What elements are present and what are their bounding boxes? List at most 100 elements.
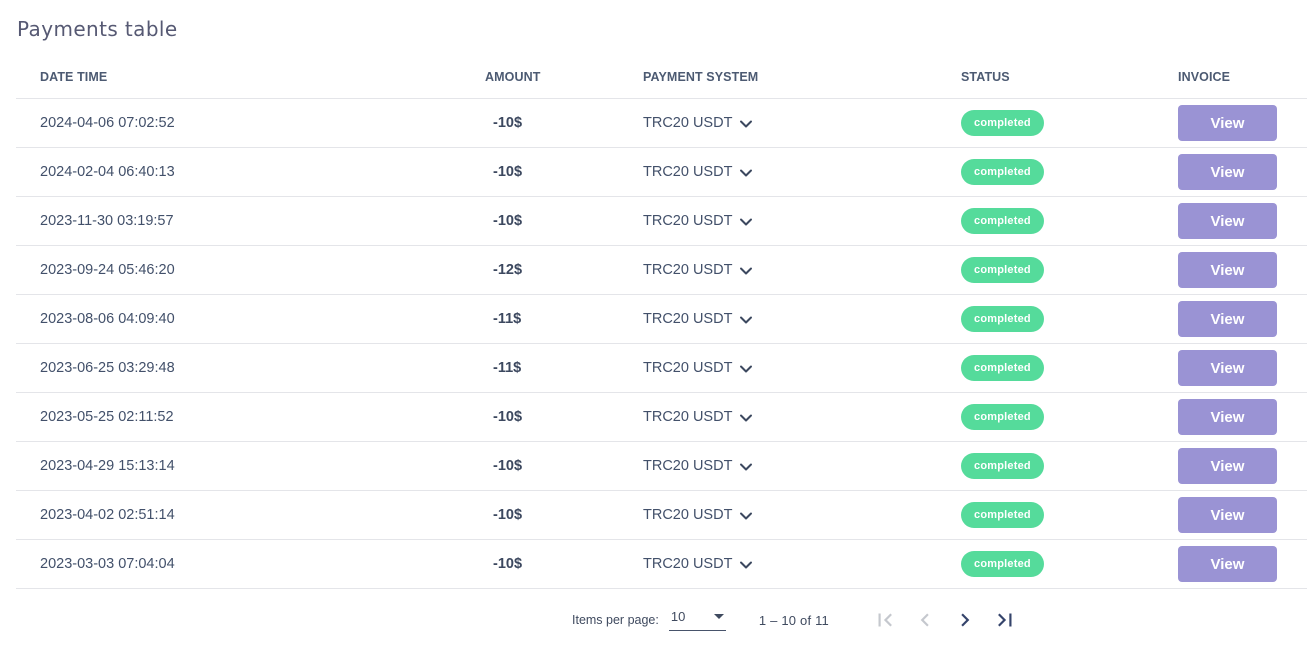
date-time-cell: 2024-02-04 06:40:13 (40, 164, 175, 180)
chevron-down-icon (740, 414, 753, 422)
first-page-button[interactable] (871, 606, 899, 634)
chevron-left-icon (920, 613, 929, 627)
amount-cell: -10$ (493, 213, 523, 229)
payment-system-value: TRC20 USDT (643, 115, 733, 131)
view-invoice-button[interactable]: View (1178, 203, 1277, 239)
chevron-down-icon (740, 463, 753, 471)
payment-system-value: TRC20 USDT (643, 409, 733, 425)
amount-cell: -11$ (493, 360, 522, 376)
view-invoice-button[interactable]: View (1178, 154, 1277, 190)
view-invoice-button[interactable]: View (1178, 252, 1277, 288)
last-page-button[interactable] (991, 606, 1019, 634)
table-row: 2024-04-06 07:02:52 -10$ TRC20 USDT comp… (16, 99, 1307, 148)
view-invoice-button[interactable]: View (1178, 546, 1277, 582)
chevron-down-icon (740, 365, 753, 373)
chevron-down-icon (740, 561, 753, 569)
payment-system-value: TRC20 USDT (643, 213, 733, 229)
payment-system-select[interactable]: TRC20 USDT (643, 555, 754, 573)
date-time-cell: 2023-06-25 03:29:48 (40, 360, 175, 376)
payment-system-select[interactable]: TRC20 USDT (643, 212, 754, 230)
amount-cell: -11$ (493, 311, 522, 327)
payment-system-select[interactable]: TRC20 USDT (643, 359, 754, 377)
payment-system-value: TRC20 USDT (643, 311, 733, 327)
date-time-cell: 2023-11-30 03:19:57 (40, 213, 174, 229)
items-per-page-label: Items per page: (572, 613, 659, 627)
amount-cell: -10$ (493, 164, 523, 180)
status-badge: completed (961, 257, 1044, 283)
date-time-cell: 2023-08-06 04:09:40 (40, 311, 175, 327)
column-header-date-time: DATE TIME (40, 69, 108, 84)
date-time-cell: 2023-04-29 15:13:14 (40, 458, 175, 474)
range-label: 1 – 10 of 11 (758, 612, 829, 628)
status-badge: completed (961, 502, 1044, 528)
view-invoice-button[interactable]: View (1178, 301, 1277, 337)
date-time-cell: 2023-04-02 02:51:14 (40, 507, 175, 523)
date-time-cell: 2023-09-24 05:46:20 (40, 262, 175, 278)
column-header-amount: AMOUNT (485, 69, 541, 84)
column-header-payment-system: PAYMENT SYSTEM (643, 69, 759, 84)
payments-table: DATE TIME AMOUNT PAYMENT SYSTEM STATUS I… (16, 55, 1307, 589)
column-header-invoice: INVOICE (1178, 69, 1231, 84)
chevron-right-icon (961, 613, 970, 627)
payment-system-select[interactable]: TRC20 USDT (643, 408, 754, 426)
status-badge: completed (961, 306, 1044, 332)
amount-cell: -10$ (493, 556, 523, 572)
paginator-nav (871, 606, 1019, 634)
payment-system-select[interactable]: TRC20 USDT (643, 163, 754, 181)
view-invoice-button[interactable]: View (1178, 399, 1277, 435)
date-time-cell: 2023-05-25 02:11:52 (40, 409, 174, 425)
view-invoice-button[interactable]: View (1178, 350, 1277, 386)
payment-system-value: TRC20 USDT (643, 507, 733, 523)
last-page-icon (998, 613, 1012, 627)
chevron-down-icon (740, 218, 753, 226)
payment-system-value: TRC20 USDT (643, 360, 733, 376)
status-badge: completed (961, 110, 1044, 136)
payment-system-select[interactable]: TRC20 USDT (643, 457, 754, 475)
next-page-button[interactable] (951, 606, 979, 634)
payment-system-select[interactable]: TRC20 USDT (643, 506, 754, 524)
table-row: 2024-02-04 06:40:13 -10$ TRC20 USDT comp… (16, 148, 1307, 197)
payment-system-value: TRC20 USDT (643, 262, 733, 278)
page-size-select[interactable]: 10 (668, 609, 726, 631)
status-badge: completed (961, 355, 1044, 381)
payment-system-select[interactable]: TRC20 USDT (643, 261, 754, 279)
chevron-down-icon (740, 267, 753, 275)
amount-cell: -10$ (493, 115, 523, 131)
table-body: 2024-04-06 07:02:52 -10$ TRC20 USDT comp… (16, 99, 1307, 589)
table-row: 2023-05-25 02:11:52 -10$ TRC20 USDT comp… (16, 393, 1307, 442)
paginator: Items per page: 10 1 – 10 of 11 (572, 589, 1309, 634)
table-header-row: DATE TIME AMOUNT PAYMENT SYSTEM STATUS I… (16, 55, 1307, 99)
caret-down-icon (713, 614, 724, 619)
status-badge: completed (961, 453, 1044, 479)
view-invoice-button[interactable]: View (1178, 105, 1277, 141)
view-invoice-button[interactable]: View (1178, 448, 1277, 484)
chevron-down-icon (740, 316, 753, 324)
status-badge: completed (961, 551, 1044, 577)
previous-page-button[interactable] (911, 606, 939, 634)
status-badge: completed (961, 159, 1044, 185)
amount-cell: -10$ (493, 507, 523, 523)
table-row: 2023-06-25 03:29:48 -11$ TRC20 USDT comp… (16, 344, 1307, 393)
table-row: 2023-11-30 03:19:57 -10$ TRC20 USDT comp… (16, 197, 1307, 246)
table-row: 2023-04-02 02:51:14 -10$ TRC20 USDT comp… (16, 491, 1307, 540)
chevron-down-icon (740, 512, 753, 520)
amount-cell: -10$ (493, 409, 523, 425)
date-time-cell: 2024-04-06 07:02:52 (40, 115, 175, 131)
payment-system-value: TRC20 USDT (643, 556, 733, 572)
chevron-down-icon (740, 169, 753, 177)
status-badge: completed (961, 208, 1044, 234)
view-invoice-button[interactable]: View (1178, 497, 1277, 533)
payment-system-value: TRC20 USDT (643, 164, 733, 180)
table-row: 2023-09-24 05:46:20 -12$ TRC20 USDT comp… (16, 246, 1307, 295)
status-badge: completed (961, 404, 1044, 430)
first-page-icon (878, 613, 892, 627)
amount-cell: -10$ (493, 458, 523, 474)
payment-system-select[interactable]: TRC20 USDT (643, 114, 754, 132)
table-row: 2023-08-06 04:09:40 -11$ TRC20 USDT comp… (16, 295, 1307, 344)
table-row: 2023-03-03 07:04:04 -10$ TRC20 USDT comp… (16, 540, 1307, 589)
payment-system-select[interactable]: TRC20 USDT (643, 310, 754, 328)
payment-system-value: TRC20 USDT (643, 458, 733, 474)
column-header-status: STATUS (961, 69, 1010, 84)
amount-cell: -12$ (493, 262, 523, 278)
date-time-cell: 2023-03-03 07:04:04 (40, 556, 175, 572)
